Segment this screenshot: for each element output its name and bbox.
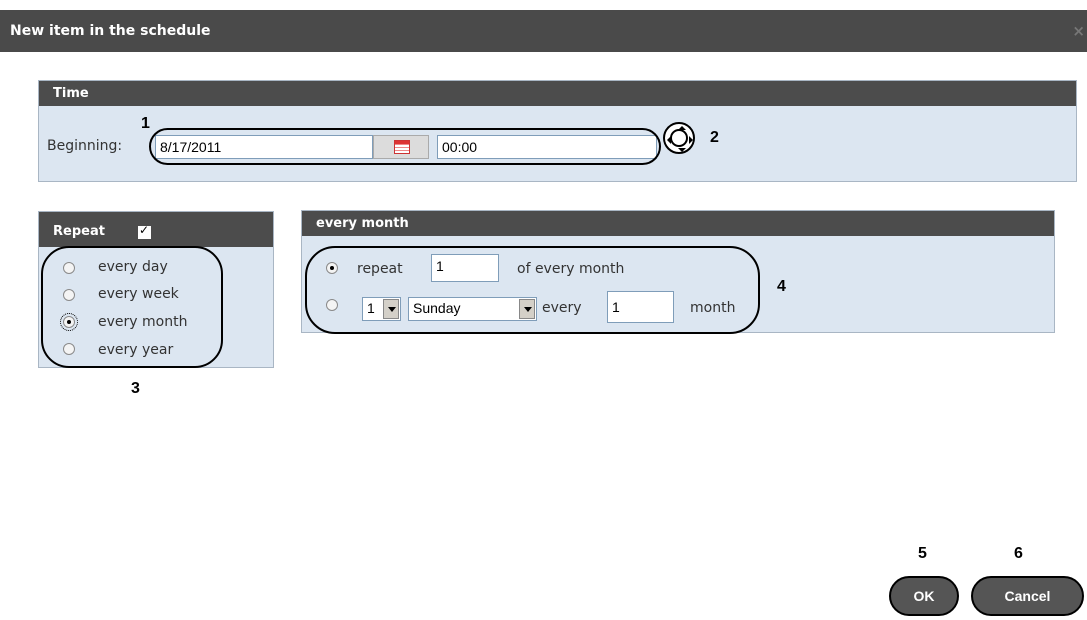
weekday-value: Sunday — [413, 300, 461, 316]
radio-every-month[interactable] — [60, 313, 78, 331]
annotation-number-4: 4 — [777, 278, 786, 295]
dialog-titlebar: New item in the schedule × — [0, 10, 1087, 52]
of-every-month-label: of every month — [517, 261, 625, 277]
navigate-icon[interactable] — [663, 122, 695, 154]
option-every-day-label: every day — [98, 259, 168, 275]
repeat-label-text: repeat — [357, 261, 403, 277]
annotation-number-6: 6 — [1014, 545, 1023, 562]
repeat-day-input[interactable]: 1 — [431, 254, 499, 282]
time-panel: Time — [38, 80, 1077, 182]
annotation-number-1: 1 — [141, 115, 150, 132]
option-every-week-label: every week — [98, 286, 179, 302]
dialog-title: New item in the schedule — [10, 23, 211, 39]
option-every-year-label: every year — [98, 342, 174, 358]
radio-weekday-rule[interactable] — [326, 299, 338, 311]
repeat-label: Repeat — [53, 224, 105, 239]
radio-every-week[interactable] — [63, 289, 75, 301]
ordinal-value: 1 — [367, 300, 375, 316]
annotation-number-5: 5 — [918, 545, 927, 562]
close-icon[interactable]: × — [1072, 22, 1085, 40]
annotation-number-3: 3 — [131, 380, 140, 397]
radio-every-year[interactable] — [63, 343, 75, 355]
radio-every-day[interactable] — [63, 262, 75, 274]
ordinal-select[interactable]: 1 — [362, 297, 401, 321]
month-panel-header: every month — [302, 211, 1054, 236]
repeat-checkbox[interactable]: ✓ — [138, 223, 151, 239]
annotation-number-2: 2 — [710, 129, 719, 146]
chevron-down-icon — [383, 299, 399, 319]
option-every-month-label: every month — [98, 314, 188, 330]
interval-input[interactable]: 1 — [607, 291, 674, 323]
every-label: every — [542, 300, 582, 316]
time-field[interactable]: 00:00 — [437, 135, 657, 159]
chevron-down-icon — [519, 299, 535, 319]
repeat-panel-header: Repeat — [39, 212, 273, 247]
month-label: month — [690, 300, 736, 316]
calendar-icon — [394, 140, 410, 154]
ok-button[interactable]: OK — [889, 576, 959, 616]
cancel-button[interactable]: Cancel — [971, 576, 1084, 616]
calendar-button[interactable] — [373, 135, 429, 159]
time-panel-header: Time — [39, 81, 1076, 106]
weekday-select[interactable]: Sunday — [408, 297, 537, 321]
beginning-label: Beginning: — [47, 138, 123, 154]
radio-repeat-day[interactable] — [326, 262, 338, 274]
date-field[interactable]: 8/17/2011 — [155, 135, 373, 159]
